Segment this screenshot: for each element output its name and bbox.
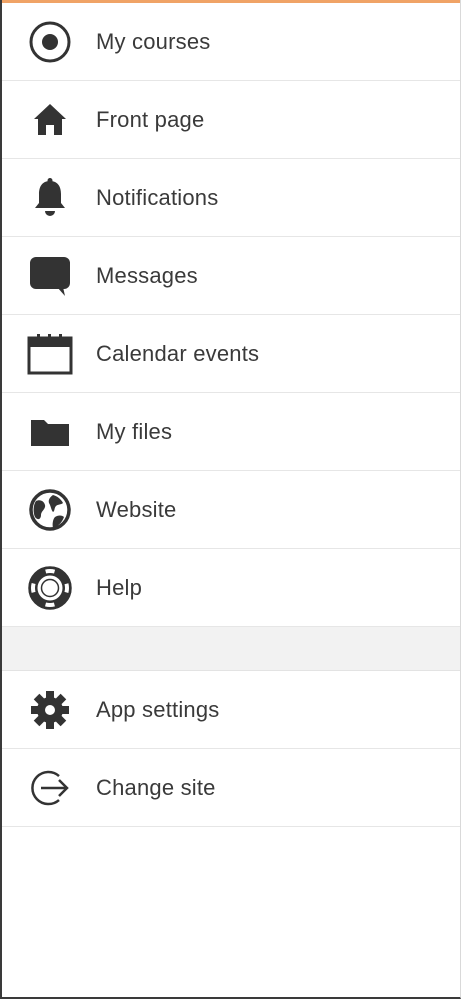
- menu-item-change-site[interactable]: Change site: [2, 749, 460, 827]
- main-menu: My courses Front page Notifications Mess…: [2, 3, 460, 827]
- calendar-icon: [24, 328, 76, 380]
- menu-item-label: Notifications: [96, 184, 219, 210]
- menu-item-label: Website: [96, 496, 177, 522]
- menu-item-label: My courses: [96, 28, 211, 54]
- menu-item-label: My files: [96, 418, 173, 444]
- home-icon: [24, 94, 76, 146]
- menu-item-app-settings[interactable]: App settings: [2, 671, 460, 749]
- menu-item-my-courses[interactable]: My courses: [2, 3, 460, 81]
- side-menu-panel: My courses Front page Notifications Mess…: [0, 0, 461, 999]
- menu-item-label: App settings: [96, 696, 220, 722]
- folder-icon: [24, 406, 76, 458]
- menu-item-front-page[interactable]: Front page: [2, 81, 460, 159]
- menu-item-website[interactable]: Website: [2, 471, 460, 549]
- menu-item-help[interactable]: Help: [2, 549, 460, 627]
- menu-item-label: Calendar events: [96, 340, 260, 366]
- chat-bubble-icon: [24, 250, 76, 302]
- menu-item-calendar-events[interactable]: Calendar events: [2, 315, 460, 393]
- menu-item-notifications[interactable]: Notifications: [2, 159, 460, 237]
- menu-divider: [2, 627, 460, 671]
- globe-icon: [24, 484, 76, 536]
- menu-item-label: Front page: [96, 106, 205, 132]
- menu-item-label: Change site: [96, 774, 216, 800]
- menu-item-my-files[interactable]: My files: [2, 393, 460, 471]
- lifebuoy-icon: [24, 562, 76, 614]
- bell-icon: [24, 172, 76, 224]
- menu-item-messages[interactable]: Messages: [2, 237, 460, 315]
- target-icon: [24, 16, 76, 68]
- menu-item-label: Help: [96, 574, 143, 600]
- gear-icon: [24, 684, 76, 736]
- sign-out-icon: [24, 762, 76, 814]
- menu-item-label: Messages: [96, 262, 198, 288]
